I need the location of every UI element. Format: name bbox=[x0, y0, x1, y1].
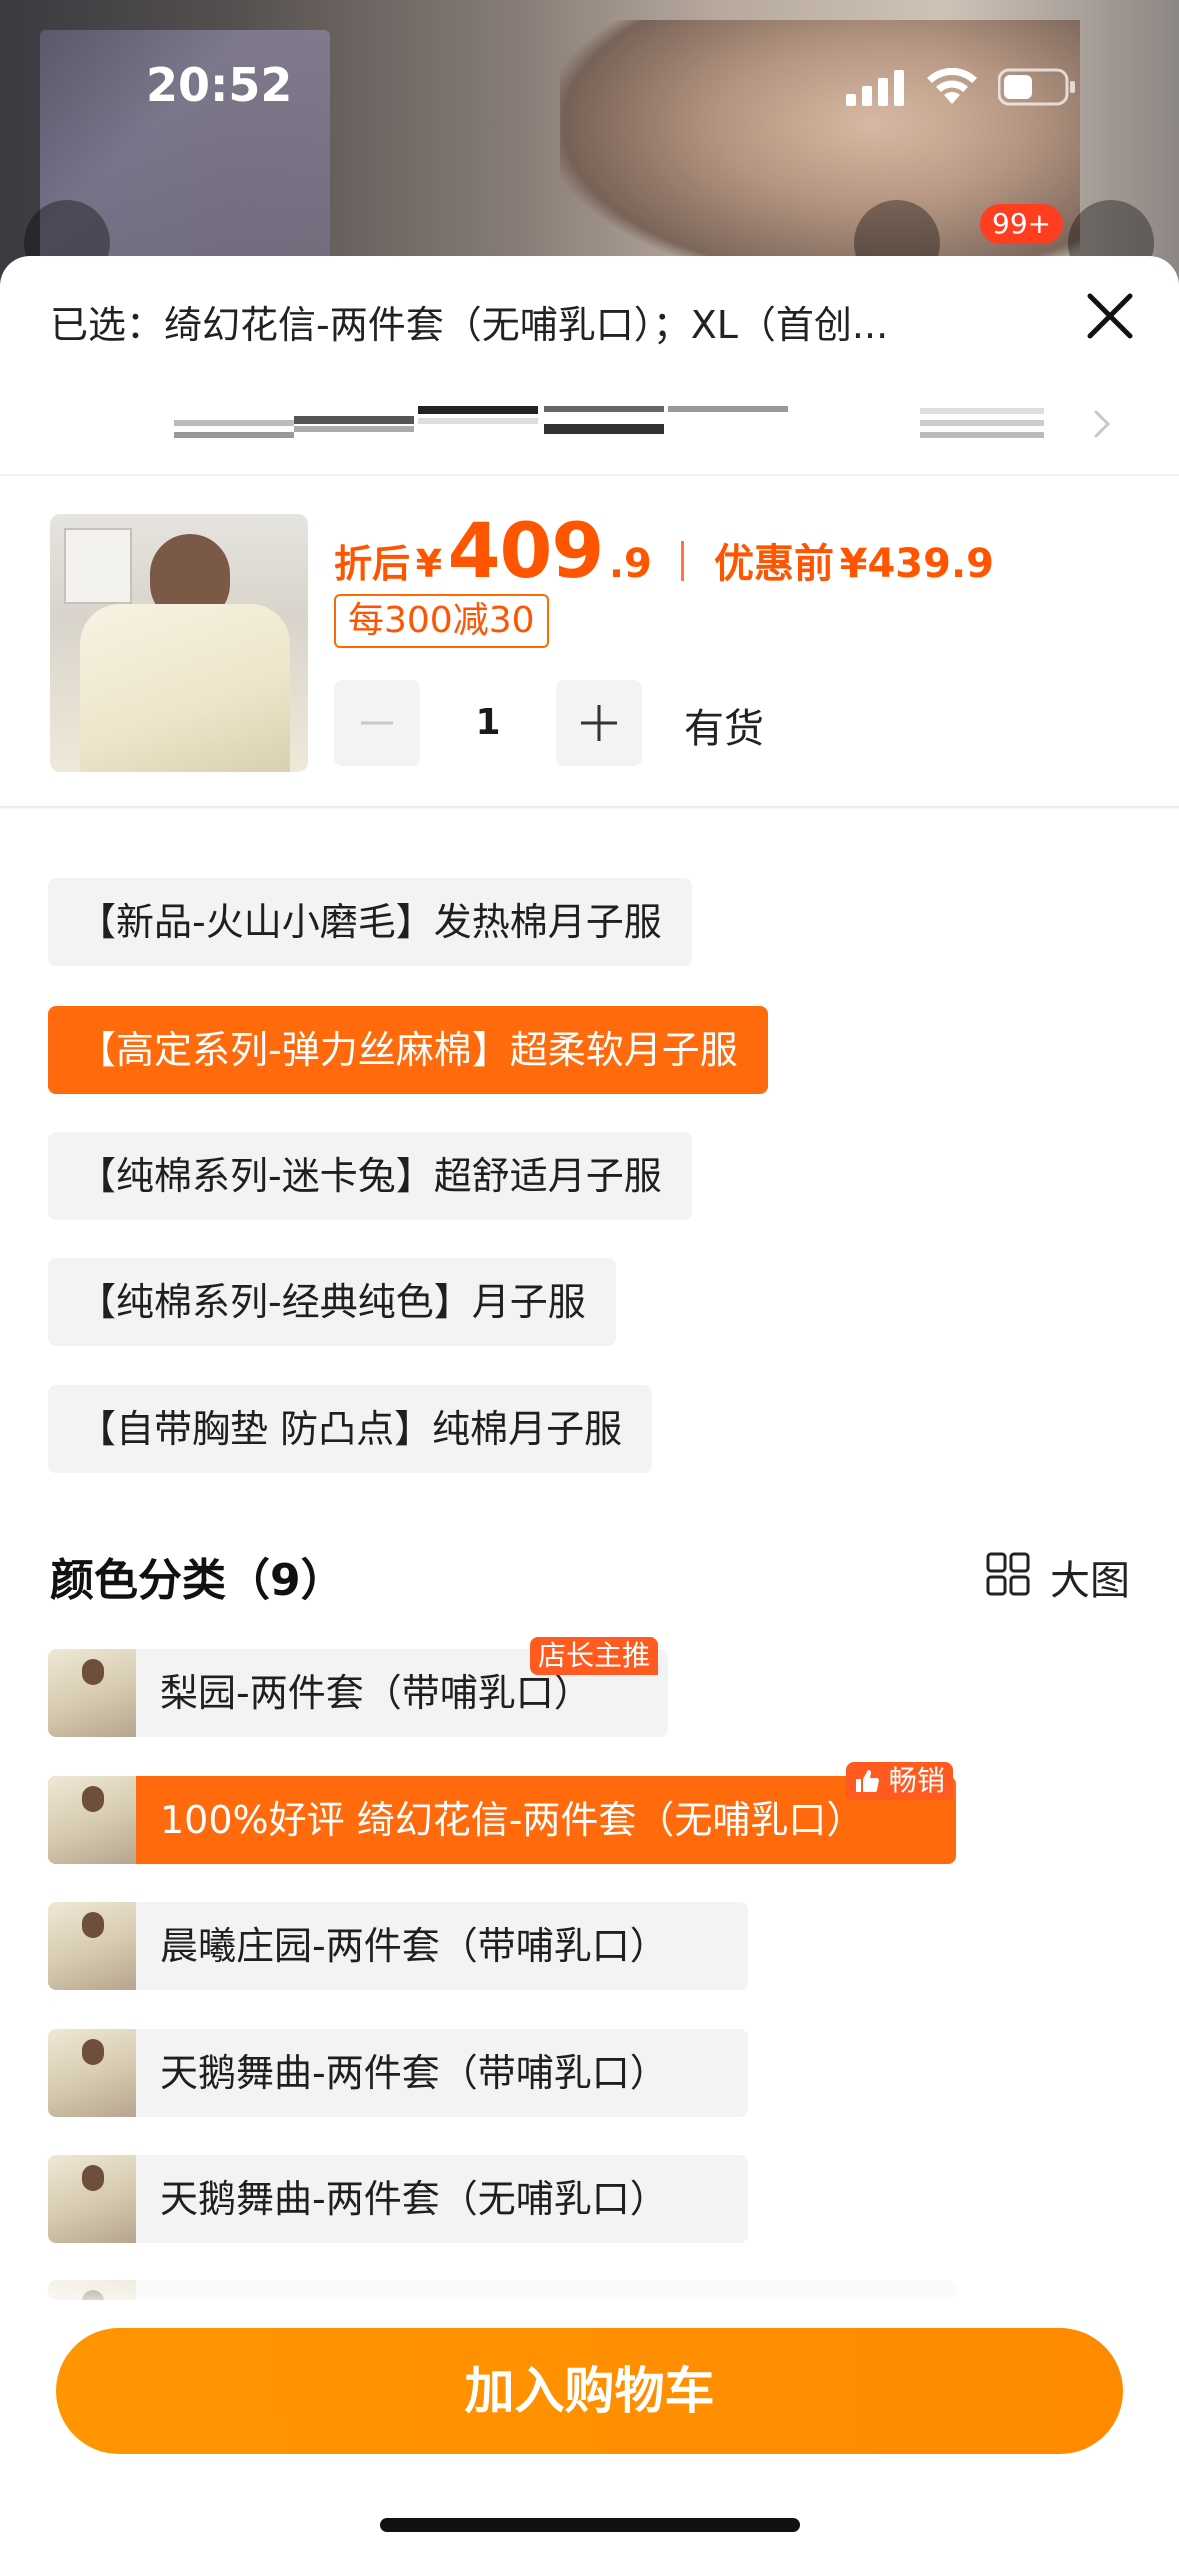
style-option[interactable]: 【纯棉系列-经典纯色】月子服 bbox=[48, 1258, 616, 1346]
discount-price-integer: 409 bbox=[447, 506, 605, 595]
color-option-label: 100%好评 绮幻花信-两件套（无哺乳口） bbox=[160, 1798, 865, 1842]
cellular-signal-icon bbox=[846, 70, 904, 106]
minus-icon bbox=[361, 721, 393, 725]
color-thumbnail bbox=[48, 1649, 136, 1737]
thumbnail-model-outfit bbox=[80, 604, 290, 772]
price-separator bbox=[681, 541, 685, 581]
grid-icon bbox=[986, 1552, 1030, 1596]
color-thumbnail bbox=[48, 1902, 136, 1990]
color-thumbnail bbox=[48, 2155, 136, 2243]
color-thumbnail bbox=[48, 2029, 136, 2117]
status-bar: 20:52 bbox=[0, 0, 1179, 170]
color-option-label: 梨园-两件套（带哺乳口） bbox=[160, 1671, 592, 1715]
battery-icon bbox=[998, 68, 1075, 106]
price-line: 折后 ¥ 409 .9 优惠前 ¥439.9 bbox=[334, 506, 994, 595]
currency-symbol: ¥ bbox=[415, 542, 443, 586]
big-view-label: 大图 bbox=[1050, 1558, 1130, 1604]
original-price-label: 优惠前 bbox=[714, 541, 835, 587]
color-option-label: 天鹅舞曲-两件套（无哺乳口） bbox=[160, 2177, 668, 2221]
add-to-cart-button[interactable]: 加入购物车 bbox=[56, 2328, 1123, 2454]
list-fade bbox=[0, 2246, 1179, 2316]
bestseller-label: 畅销 bbox=[888, 1764, 945, 1797]
original-price-value: ¥439.9 bbox=[839, 541, 994, 587]
sku-selector-sheet: 已选：绮幻花信-两件套（无哺乳口）；XL（首创... 折后 ¥ 409 .9 优… bbox=[0, 256, 1179, 2556]
color-thumbnail bbox=[48, 1776, 136, 1864]
color-section-title: 颜色分类（9） bbox=[50, 1555, 345, 1606]
thumbnail-label-card bbox=[64, 528, 132, 604]
product-thumbnail[interactable] bbox=[50, 514, 308, 772]
discount-price-label: 折后 bbox=[334, 542, 411, 586]
quantity-value[interactable]: 1 bbox=[420, 680, 556, 766]
thumbs-up-icon bbox=[856, 1770, 879, 1792]
status-time: 20:52 bbox=[146, 58, 293, 112]
home-indicator bbox=[380, 2518, 800, 2532]
color-option-selected[interactable]: 100%好评 绮幻花信-两件套（无哺乳口） bbox=[48, 1776, 956, 1864]
close-icon[interactable] bbox=[1080, 286, 1140, 346]
style-option[interactable]: 【新品-火山小磨毛】发热棉月子服 bbox=[48, 878, 692, 966]
divider bbox=[0, 474, 1179, 476]
style-option[interactable]: 【自带胸垫 防凸点】纯棉月子服 bbox=[48, 1385, 653, 1473]
style-option[interactable]: 【纯棉系列-迷卡兔】超舒适月子服 bbox=[48, 1132, 692, 1220]
color-option[interactable]: 天鹅舞曲-两件套（带哺乳口） bbox=[48, 2029, 748, 2117]
color-option-label: 晨曦庄园-两件套（带哺乳口） bbox=[160, 1924, 668, 1968]
bestseller-tag: 畅销 bbox=[846, 1762, 953, 1800]
color-option[interactable]: 晨曦庄园-两件套（带哺乳口） bbox=[48, 1902, 748, 1990]
color-option[interactable]: 天鹅舞曲-两件套（无哺乳口） bbox=[48, 2155, 748, 2243]
quantity-increase-button[interactable] bbox=[556, 680, 642, 766]
cart-count-badge: 99+ bbox=[980, 204, 1064, 244]
promo-badge: 每300减30 bbox=[334, 594, 549, 648]
recommend-tag: 店长主推 bbox=[530, 1637, 659, 1675]
stock-status: 有货 bbox=[684, 706, 764, 752]
header-shadow bbox=[0, 806, 1179, 810]
plus-icon bbox=[581, 705, 617, 741]
color-option-label: 天鹅舞曲-两件套（带哺乳口） bbox=[160, 2051, 668, 2095]
redacted-strip bbox=[174, 406, 1111, 439]
discount-price-decimal: .9 bbox=[608, 541, 652, 587]
selected-summary: 已选：绮幻花信-两件套（无哺乳口）；XL（首创... bbox=[50, 303, 889, 347]
quantity-decrease-button[interactable] bbox=[334, 680, 420, 766]
style-option-selected[interactable]: 【高定系列-弹力丝麻棉】超柔软月子服 bbox=[48, 1006, 768, 1094]
wifi-icon bbox=[927, 67, 977, 104]
